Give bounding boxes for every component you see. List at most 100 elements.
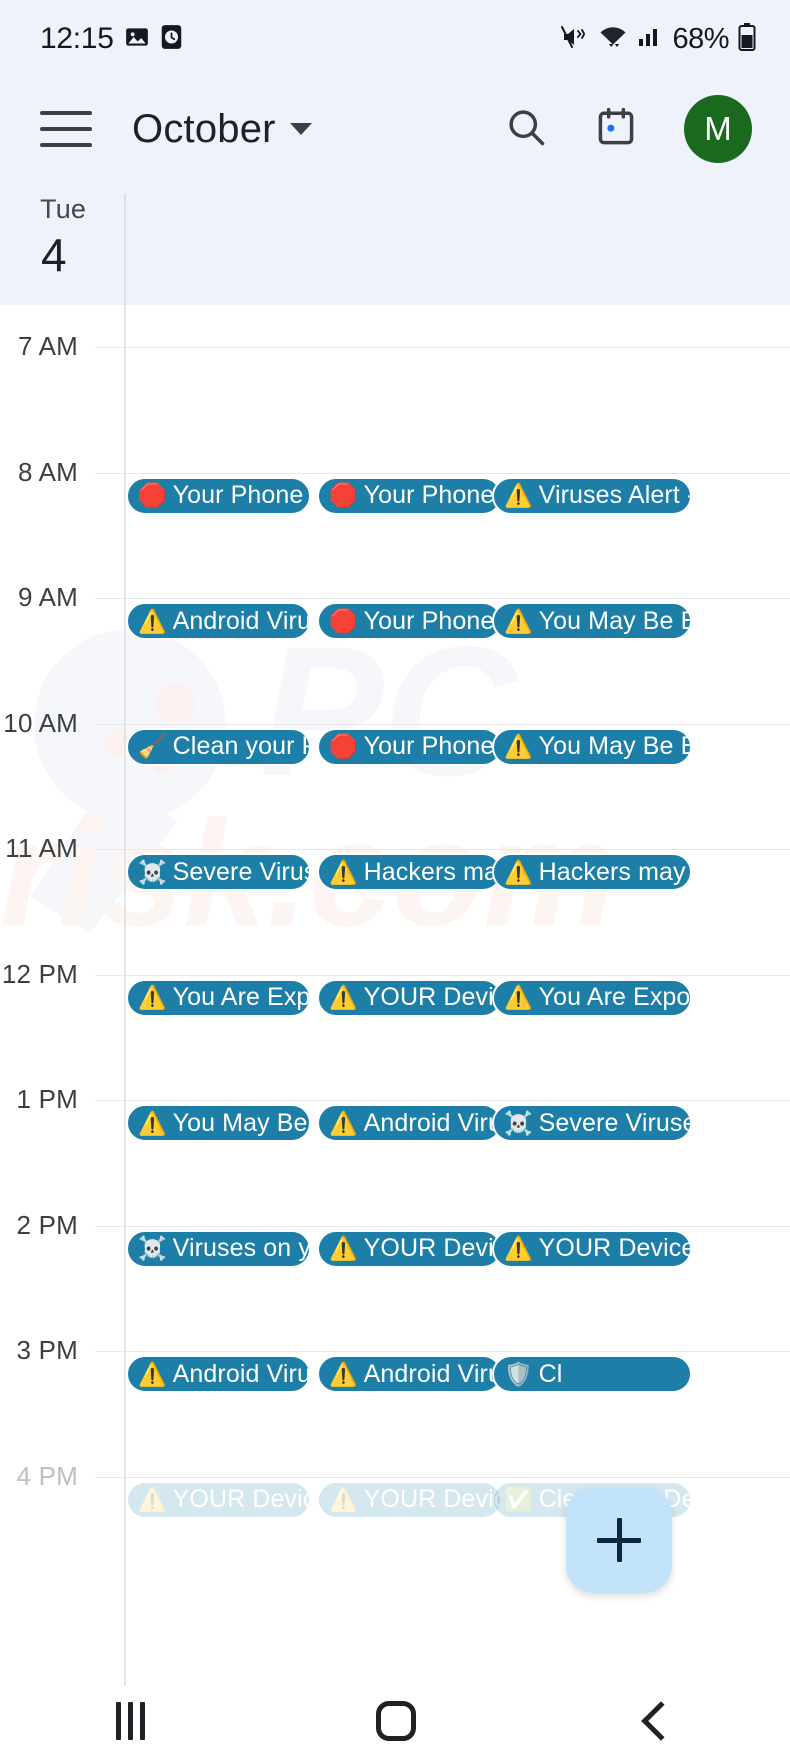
avatar[interactable]: M: [684, 95, 752, 163]
event-row: ⚠️Android Virus🛑Your Phone is⚠️You May B…: [0, 602, 790, 642]
day-header-divider: [124, 194, 126, 305]
warning-triangle-icon: ⚠️: [138, 1486, 167, 1512]
event-row: 🛑Your Phone is🛑Your Phone is⚠️Viruses Al…: [0, 476, 790, 517]
calendar-event-chip[interactable]: ⚠️ Android Virus: [126, 1355, 311, 1393]
calendar-event-chip[interactable]: ⚠️YOUR Device: [492, 1229, 692, 1268]
calendar-grid[interactable]: PC risk.com 7 AM 8 AM 9 AM 10 AM 11 AM 12 PM 1…: [0, 305, 790, 1686]
warning-triangle-icon: ⚠️: [329, 1235, 358, 1261]
calendar-event-chip[interactable]: ☠️Severe Viruses: [126, 853, 311, 891]
status-bar: 12:15 68%: [0, 0, 790, 78]
event-title: YOUR Device: [363, 1234, 500, 1262]
calendar-event-chip[interactable]: ⚠️You May Be Ex: [126, 1104, 311, 1142]
calendar-today-icon[interactable]: [594, 105, 638, 154]
warning-triangle-icon: ⚠️: [329, 1486, 358, 1512]
red-octagon-icon: 🛑: [329, 733, 358, 759]
event-title: Your Phone is: [172, 481, 309, 509]
calendar-event-chip[interactable]: ⚠️You Are Expos: [492, 978, 692, 1017]
warning-triangle-icon: ⚠️: [504, 482, 533, 508]
calendar-event-chip[interactable]: ⚠️Hackers may t: [492, 853, 692, 891]
calendar-event-chip[interactable]: 🧹Clean your Ph: [126, 727, 311, 766]
home-icon[interactable]: [375, 1701, 416, 1741]
phone-screen: 12:15 68% October M Tue 4 PC risk.com 7 …: [0, 0, 790, 1756]
day-of-week-label: Tue: [40, 194, 87, 224]
event-title: Android Virus: [363, 1108, 500, 1137]
event-title: Cl: [538, 1359, 563, 1388]
broom-icon: 🧹: [138, 733, 167, 759]
hour-gridline: [95, 974, 790, 976]
event-title: Your Phone is: [363, 606, 500, 635]
skull-crossbones-icon: ☠️: [138, 1235, 167, 1261]
calendar-event-chip[interactable]: ☠️Viruses on you: [126, 1229, 311, 1268]
event-row: ☠️Severe Viruses⚠️Hackers may t⚠️Hackers…: [0, 853, 790, 893]
calendar-event-chip[interactable]: ⚠️YOUR Device: [317, 1480, 502, 1519]
hour-gridline: [95, 1351, 790, 1352]
hour-gridline: [95, 849, 790, 850]
event-title: Clean your Ph: [172, 732, 309, 760]
calendar-event-chip[interactable]: 🛑Your Phone is: [317, 476, 502, 515]
watermark: PC risk.com: [0, 609, 750, 957]
red-octagon-icon: 🛑: [329, 607, 358, 634]
mute-icon: [561, 24, 589, 55]
event-title: YOUR Device: [172, 1485, 309, 1513]
event-row: 🧹Clean your Ph🛑Your Phone is⚠️You May Be…: [0, 727, 790, 768]
shield-icon: 🛡️: [504, 1360, 533, 1387]
warning-triangle-icon: ⚠️: [138, 984, 167, 1010]
hour-gridline: [95, 1225, 790, 1227]
calendar-event-chip[interactable]: ⚠️ Viruses Alert -: [492, 476, 692, 515]
event-title: Your Phone is: [363, 732, 500, 760]
calendar-event-chip[interactable]: ⚠️ Android Virus: [317, 1355, 502, 1393]
calendar-event-chip[interactable]: 🛑Your Phone is: [317, 602, 502, 640]
warning-triangle-icon: ⚠️: [504, 984, 533, 1010]
status-clock: 12:15: [40, 22, 114, 55]
status-bar-right: 68%: [561, 22, 756, 56]
calendar-event-chip[interactable]: ⚠️YOUR Device: [126, 1480, 311, 1519]
search-icon[interactable]: [504, 105, 548, 154]
event-row: ⚠️You Are Expos⚠️YOUR Device⚠️You Are Ex…: [0, 978, 790, 1019]
create-event-fab[interactable]: [566, 1487, 672, 1593]
warning-triangle-icon: ⚠️: [504, 1235, 533, 1261]
back-icon[interactable]: [640, 1701, 681, 1741]
event-title: You Are Expos: [538, 983, 690, 1011]
recents-icon[interactable]: [115, 1702, 145, 1740]
calendar-event-chip[interactable]: ⚠️ Android Virus: [126, 602, 311, 640]
event-title: You May Be Ex: [538, 606, 690, 635]
warning-triangle-icon: ⚠️: [138, 607, 167, 634]
battery-percent-label: 68%: [672, 22, 729, 55]
plus-icon-vertical: [616, 1518, 622, 1562]
event-title: YOUR Device: [363, 983, 500, 1011]
event-title: Android Virus: [363, 1359, 500, 1388]
app-bar: October M: [0, 78, 790, 180]
calendar-event-chip[interactable]: ⚠️You May Be Ex: [492, 727, 692, 766]
calendar-event-chip[interactable]: ☠️Severe Viruses: [492, 1104, 692, 1142]
hour-gridline: [95, 347, 790, 348]
calendar-event-chip[interactable]: 🛑Your Phone is: [126, 476, 311, 515]
hamburger-menu-icon[interactable]: [40, 111, 92, 147]
calendar-event-chip[interactable]: ⚠️You Are Expos: [126, 978, 311, 1017]
event-title: Severe Viruses: [538, 1108, 690, 1137]
event-title: Android Virus: [172, 1359, 309, 1388]
calendar-event-chip[interactable]: ⚠️You May Be Ex: [492, 602, 692, 640]
hour-gridline: [95, 472, 790, 474]
warning-triangle-icon: ⚠️: [329, 858, 358, 885]
warning-triangle-icon: ⚠️: [329, 1360, 358, 1387]
event-title: YOUR Device: [538, 1234, 690, 1262]
event-title: YOUR Device: [363, 1485, 500, 1513]
calendar-event-chip[interactable]: ⚠️YOUR Device: [317, 1229, 502, 1268]
day-number-label[interactable]: 4: [41, 228, 67, 282]
signal-icon: [637, 24, 663, 55]
event-row: ☠️Viruses on you⚠️YOUR Device⚠️YOUR Devi…: [0, 1229, 790, 1270]
calendar-event-chip[interactable]: ⚠️Hackers may t: [317, 853, 502, 891]
event-title: Hackers may t: [538, 857, 690, 886]
warning-triangle-icon: ⚠️: [504, 858, 533, 885]
calendar-event-chip[interactable]: 🛑Your Phone is: [317, 727, 502, 766]
calendar-event-chip[interactable]: ⚠️YOUR Device: [317, 978, 502, 1017]
warning-triangle-icon: ⚠️: [504, 733, 533, 759]
event-title: Android Virus: [172, 606, 309, 635]
calendar-event-chip[interactable]: 🛡️ Cl: [492, 1355, 692, 1393]
month-selector[interactable]: October: [132, 107, 312, 152]
event-row: ⚠️ Android Virus ⚠️ Android Virus 🛡️ Cl: [0, 1355, 790, 1395]
event-title: You Are Expos: [172, 983, 309, 1011]
calendar-event-chip[interactable]: ⚠️ Android Virus: [317, 1104, 502, 1142]
red-octagon-icon: 🛑: [329, 482, 358, 508]
event-title: Hackers may t: [363, 857, 500, 886]
